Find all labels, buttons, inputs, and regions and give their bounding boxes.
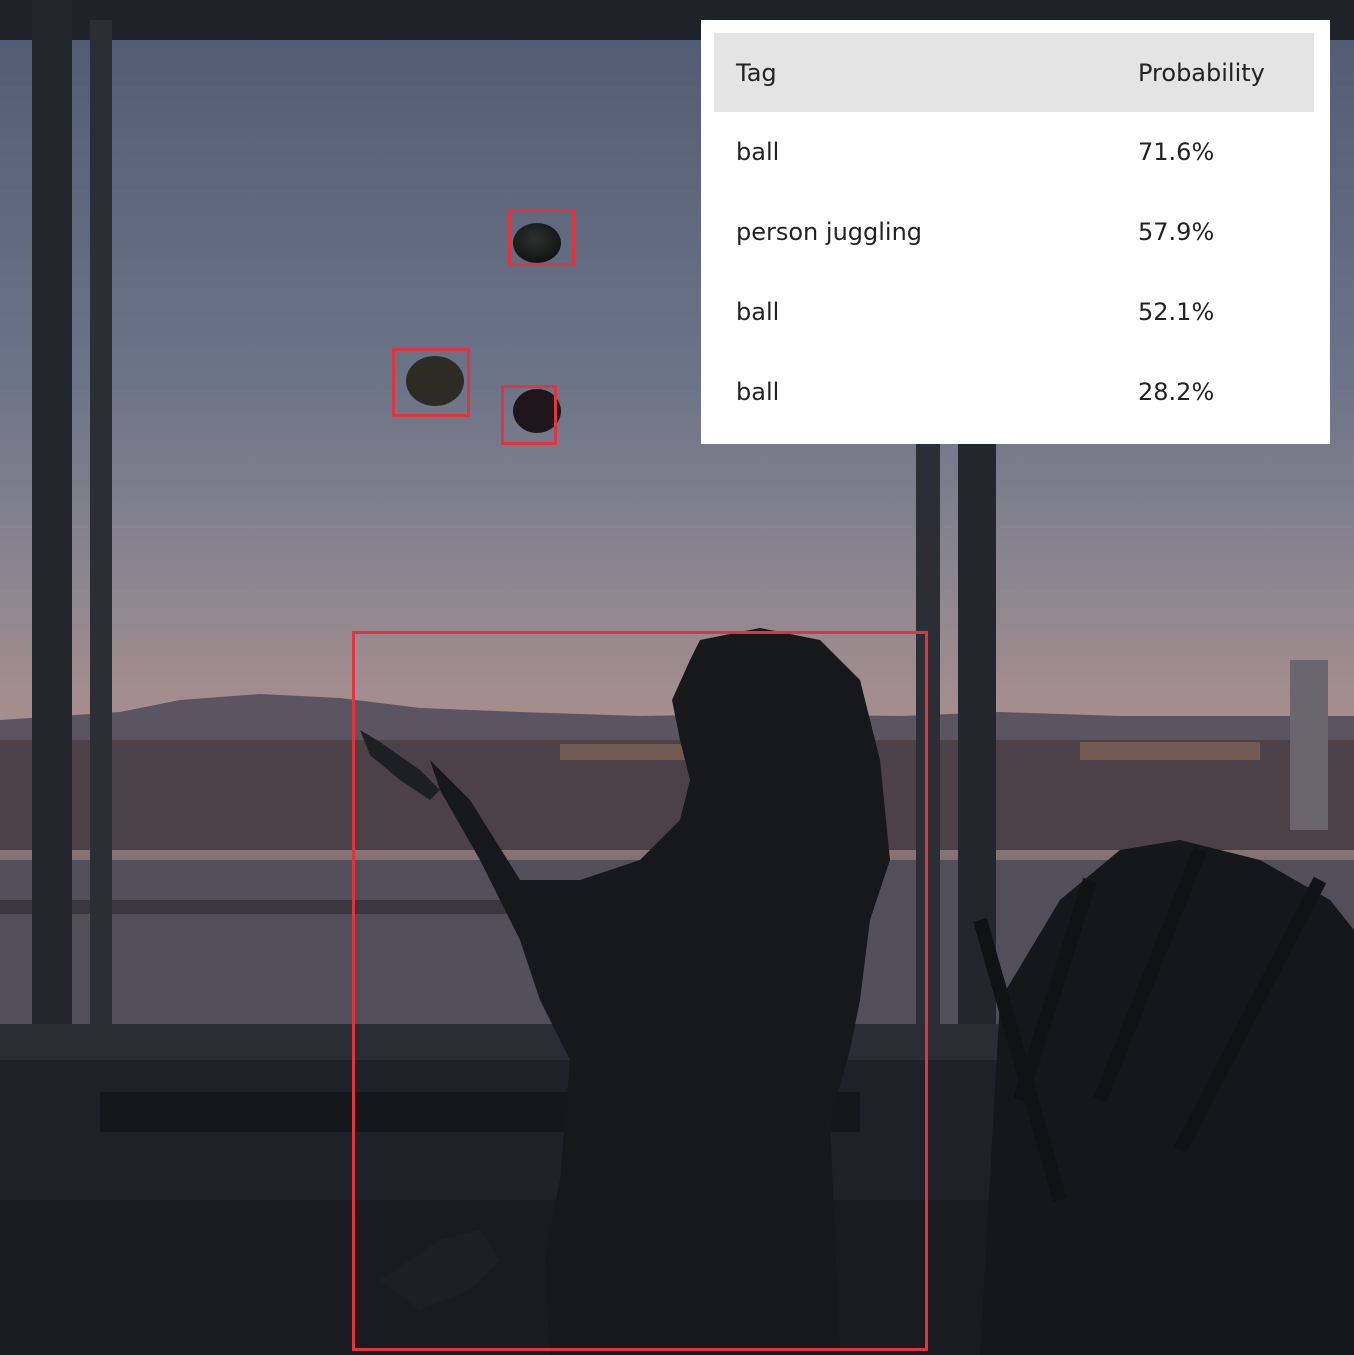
table-row: person juggling 57.9% xyxy=(714,192,1314,272)
tag-cell: person juggling xyxy=(736,218,923,246)
probability-column-header: Probability xyxy=(1116,33,1314,112)
probability-cell: 28.2% xyxy=(1138,378,1215,406)
tag-table: Tag Probability ball 71.6% person juggli… xyxy=(714,33,1314,432)
tag-results-panel: Tag Probability ball 71.6% person juggli… xyxy=(701,20,1330,444)
probability-cell: 52.1% xyxy=(1138,298,1215,326)
ball-detection-box xyxy=(508,209,575,266)
tag-cell: ball xyxy=(736,138,780,166)
tag-column-header: Tag xyxy=(714,33,1116,112)
ball-detection-box xyxy=(501,385,557,445)
tag-cell: ball xyxy=(736,378,780,406)
ball-detection-box xyxy=(392,348,470,417)
table-row: ball 71.6% xyxy=(714,112,1314,192)
tag-cell: ball xyxy=(736,298,780,326)
person-detection-box xyxy=(352,631,928,1351)
juggling-photo: Tag Probability ball 71.6% person juggli… xyxy=(0,0,1354,1355)
probability-cell: 57.9% xyxy=(1138,218,1215,246)
table-row: ball 28.2% xyxy=(714,352,1314,432)
table-header-row: Tag Probability xyxy=(714,33,1314,112)
table-row: ball 52.1% xyxy=(714,272,1314,352)
probability-cell: 71.6% xyxy=(1138,138,1215,166)
